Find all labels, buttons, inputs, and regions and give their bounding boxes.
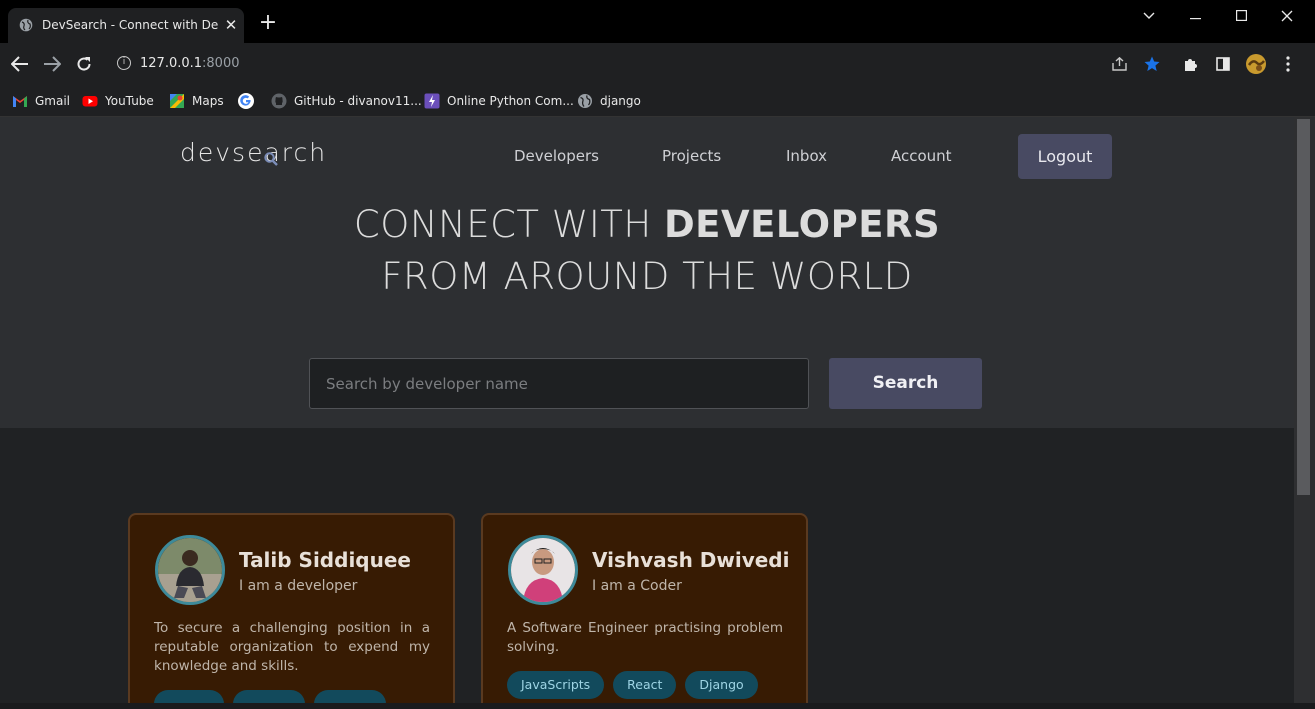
bookmark-label: Gmail [35,94,71,108]
developer-name: Talib Siddiquee [239,548,411,572]
developer-avatar [508,535,578,605]
bookmark-maps[interactable]: Maps [169,92,224,110]
maps-icon [170,94,184,108]
nav-projects[interactable]: Projects [662,147,721,165]
bookmark-label: GitHub - divanov11... [294,94,422,108]
nav-inbox[interactable]: Inbox [786,147,827,165]
profile-avatar-icon[interactable] [1244,52,1268,76]
python-compiler-icon [424,93,440,109]
magnifier-logo-icon [264,152,278,166]
developer-role: I am a developer [239,578,358,594]
skill-tag: React [613,671,677,699]
bookmark-django[interactable]: django [577,92,641,110]
scrollbar-thumb[interactable] [1297,119,1310,495]
developer-role: I am a Coder [592,578,682,594]
browser-tab-strip: DevSearch - Connect with Develc ✕ + [0,0,1315,43]
developer-card[interactable]: Vishvash Dwivedi I am a Coder A Software… [481,513,808,709]
developer-avatar [155,535,225,605]
tab-title: DevSearch - Connect with Develc [42,18,218,32]
globe-icon [19,18,33,32]
bookmark-github[interactable]: GitHub - divanov11... [271,92,422,110]
os-taskbar-edge [0,703,1315,709]
bookmark-google[interactable] [238,92,261,110]
developer-search-input[interactable] [309,358,809,409]
headline-bold-text: DEVELOPERS [663,203,941,246]
skill-tag: JavaScripts [507,671,605,699]
new-tab-button[interactable]: + [258,12,278,34]
nav-account[interactable]: Account [891,147,952,165]
bookmarks-bar: Gmail YouTube Maps GitHub - divanov11...… [0,85,1315,117]
bookmark-gmail[interactable]: Gmail [12,92,70,110]
browser-tab[interactable]: DevSearch - Connect with Develc ✕ [8,8,244,43]
youtube-icon [82,96,98,107]
close-tab-icon[interactable]: ✕ [224,15,238,35]
headline-light-text: CONNECT WITH [353,203,664,246]
developer-bio: A Software Engineer practising problem s… [507,620,783,655]
skill-tags: JavaScripts React Django [507,671,758,699]
bookmark-label: django [600,94,641,108]
address-toolbar: i 127.0.0.1:8000 [0,43,1315,85]
forward-arrow-icon[interactable] [40,52,64,76]
bookmark-online-python[interactable]: Online Python Com... [424,92,574,110]
site-info-icon[interactable]: i [117,56,131,70]
devsearch-logo[interactable]: devsearch [180,138,327,167]
logo-text: devsearch [180,138,328,167]
hero-headline-line2: FROM AROUND THE WORLD [381,255,913,298]
hero-headline-line1: CONNECT WITH DEVELOPERS [0,203,1294,246]
minimize-window-icon[interactable] [1185,6,1205,26]
github-icon [271,93,287,109]
bookmark-label: Online Python Com... [447,94,574,108]
extensions-puzzle-icon[interactable] [1179,52,1203,76]
side-panel-icon[interactable] [1211,52,1235,76]
share-icon[interactable] [1108,52,1132,76]
hero-section: devsearch Developers Projects Inbox Acco… [0,117,1294,428]
url-port: :8000 [202,56,240,71]
nav-developers[interactable]: Developers [514,147,599,165]
reload-icon[interactable] [72,52,96,76]
back-arrow-icon[interactable] [8,52,32,76]
url-host: 127.0.0.1 [140,56,203,71]
address-bar[interactable]: 127.0.0.1:8000 [140,56,240,71]
page-scrollbar[interactable] [1294,117,1315,709]
gmail-icon [13,96,27,107]
skill-tag: Django [685,671,758,699]
search-button[interactable]: Search [829,358,982,409]
tab-search-chevron-icon[interactable] [1139,6,1159,26]
google-icon [238,93,254,109]
bookmark-youtube[interactable]: YouTube [82,92,154,110]
browser-menu-icon[interactable] [1276,52,1300,76]
developer-card[interactable]: Talib Siddiquee I am a developer To secu… [128,513,455,709]
developer-name: Vishvash Dwivedi [592,548,790,572]
maximize-window-icon[interactable] [1231,6,1251,26]
bookmark-label: Maps [192,94,224,108]
bookmark-label: YouTube [105,94,154,108]
bookmark-star-icon[interactable] [1140,52,1164,76]
developer-bio: To secure a challenging position in a re… [154,620,430,674]
close-window-icon[interactable] [1277,6,1297,26]
logout-button[interactable]: Logout [1018,134,1112,179]
globe-icon [578,94,592,108]
page-content: devsearch Developers Projects Inbox Acco… [0,117,1294,709]
